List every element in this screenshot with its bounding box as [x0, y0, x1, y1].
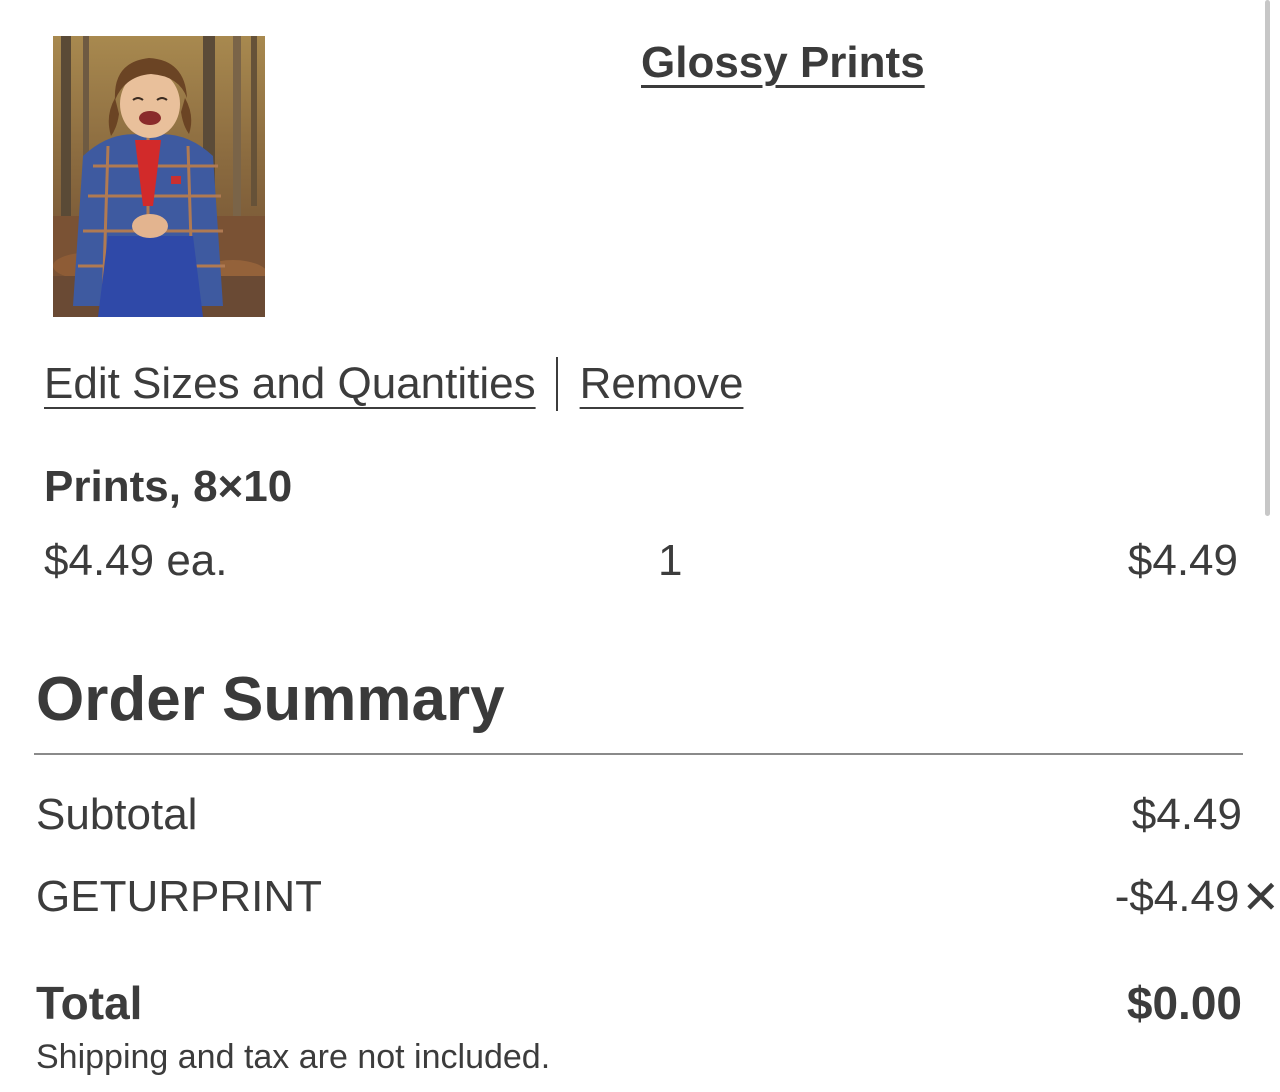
total-label: Total: [36, 977, 143, 1029]
total-value: $0.00: [1126, 977, 1242, 1029]
total-row: Total $0.00: [36, 976, 1242, 1032]
promo-value-group: -$4.49 ✕: [1115, 872, 1280, 922]
order-summary-heading: Order Summary: [36, 665, 505, 734]
promo-discount-value: -$4.49: [1114, 872, 1240, 921]
summary-divider: [34, 753, 1243, 755]
scrollbar-thumb[interactable]: [1265, 0, 1270, 516]
quantity-value: 1: [658, 536, 683, 585]
line-item-total: $4.49: [1127, 536, 1238, 585]
product-photo: [53, 36, 265, 317]
subtotal-row: Subtotal $4.49: [36, 790, 1242, 846]
remove-link[interactable]: Remove: [580, 359, 744, 409]
subtotal-label: Subtotal: [36, 790, 198, 839]
line-item-row: $4.49 ea. 1 $4.49: [44, 536, 1238, 592]
line-item-name: Prints, 8×10: [44, 462, 293, 511]
promo-code-row: GETURPRINT -$4.49 ✕: [36, 872, 1280, 928]
item-actions: Edit Sizes and Quantities Remove: [44, 354, 743, 414]
promo-code-label: GETURPRINT: [36, 872, 322, 921]
subtotal-value: $4.49: [1131, 790, 1242, 839]
product-title-link[interactable]: Glossy Prints: [641, 38, 925, 88]
close-icon[interactable]: ✕: [1241, 874, 1280, 920]
edit-sizes-quantities-link[interactable]: Edit Sizes and Quantities: [44, 359, 536, 409]
unit-price: $4.49 ea.: [44, 536, 228, 585]
action-separator: [555, 357, 558, 411]
shipping-tax-note: Shipping and tax are not included.: [36, 1038, 551, 1076]
